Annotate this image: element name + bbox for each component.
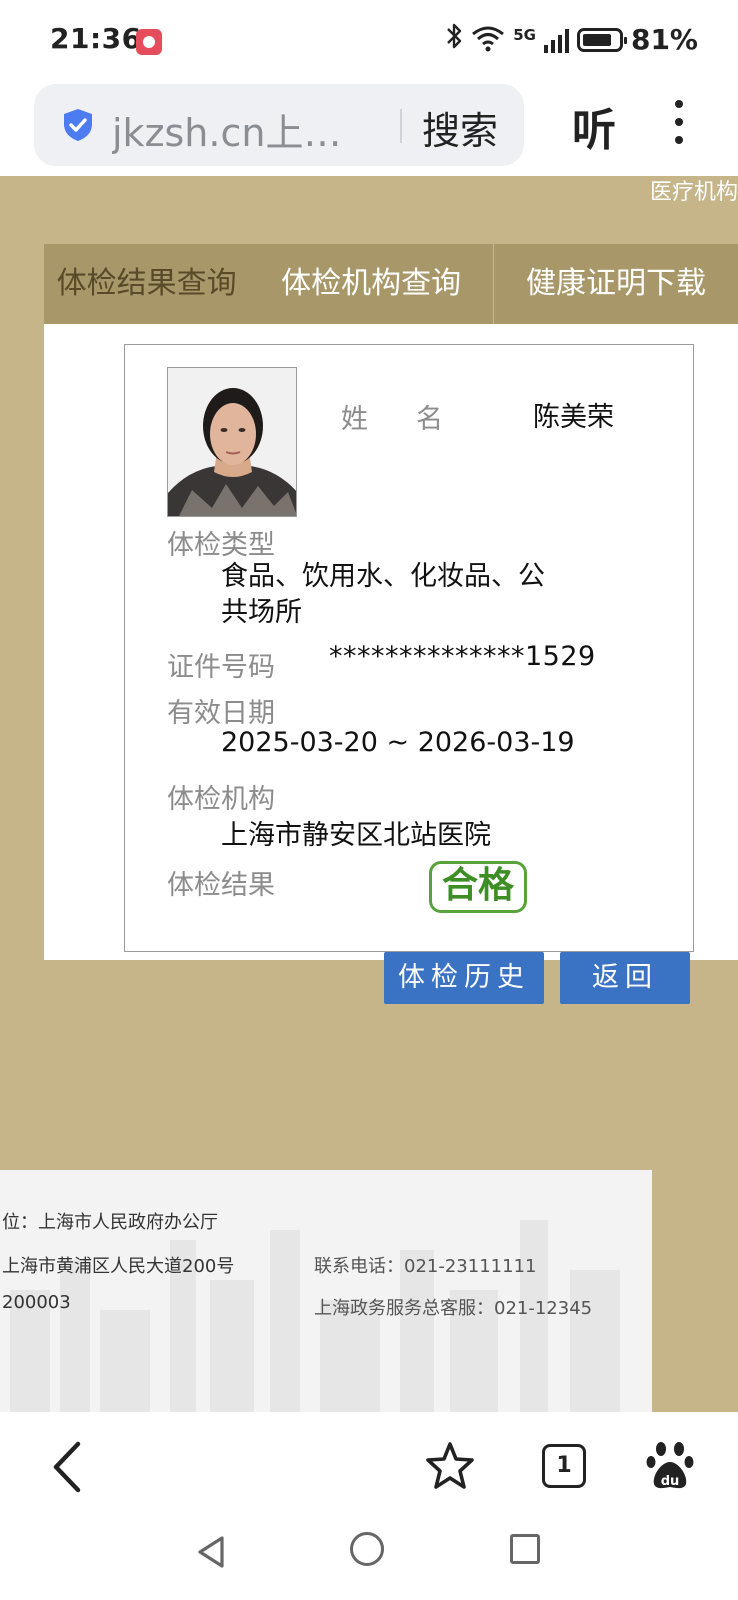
back-icon[interactable] [48,1440,88,1498]
tab-certificate-download[interactable]: 健康证明下载 [494,244,738,324]
exam-type-label: 体检类型 [167,530,275,561]
id-number-label: 证件号码 [167,652,275,683]
footer-hotline: 上海政务服务总客服：021-12345 [314,1298,593,1319]
browser-bottom-bar: 1 du [0,1412,738,1520]
status-icons: 5G 81% [445,22,698,57]
screen: 21:36 5G 81% jkzsh.cn上海… 搜索 听 医疗机构 体检结果查… [0,0,738,1600]
shield-icon [60,107,96,143]
footer-phone: 联系电话：021-23111111 [314,1256,537,1277]
browser-toolbar: jkzsh.cn上海… 搜索 [0,80,738,172]
signal-icon [543,27,569,53]
tabs-icon[interactable]: 1 [542,1444,586,1488]
star-icon[interactable] [424,1440,476,1496]
battery-icon [576,27,627,52]
system-nav-bar [0,1520,738,1600]
battery-percent: 81% [630,23,698,56]
name-label: 姓名 [341,404,491,435]
bluetooth-icon [445,22,463,57]
result-pass-stamp: 合格 [429,861,527,913]
nav-back-icon[interactable] [194,1534,228,1574]
tab-bar: 体检结果查询 体检机构查询 健康证明下载 [44,244,738,324]
health-certificate-card: 姓名 陈美荣 体检类型 食品、饮用水、化妆品、公共场所 证件号码 *******… [124,344,694,952]
wifi-icon [471,24,505,56]
listen-button[interactable]: 听 [572,94,616,158]
search-button[interactable]: 搜索 [422,100,498,155]
footer-address: 上海市黄浦区人民大道200号 [2,1256,235,1277]
divider [400,109,402,143]
exam-history-button[interactable]: 体检历史 [384,952,544,1004]
validity-value: 2025-03-20 ~ 2026-03-19 [221,727,575,758]
result-label: 体检结果 [167,870,275,901]
status-time: 21:36 [50,22,142,55]
address-bar[interactable]: jkzsh.cn上海… 搜索 [34,84,524,166]
medical-institution-link[interactable]: 医疗机构 [650,176,738,206]
name-value: 陈美荣 [533,402,614,433]
nav-home-icon[interactable] [350,1532,384,1566]
back-button[interactable]: 返回 [560,952,690,1004]
footer-postcode: 200003 [2,1292,71,1313]
institution-value: 上海市静安区北站医院 [221,820,491,851]
url-text: jkzsh.cn上海… [112,111,362,155]
nav-recents-icon[interactable] [510,1534,540,1564]
app-notification-icon [136,29,162,55]
baidu-icon[interactable]: du [646,1438,694,1496]
institution-label: 体检机构 [167,784,275,815]
web-page: 医疗机构 体检结果查询 体检机构查询 健康证明下载 姓名 陈美荣 体检类型 食品… [0,176,738,1412]
site-footer: 位：上海市人民政府办公厅 上海市黄浦区人民大道200号 200003 联系电话：… [0,1170,652,1412]
result-panel: 姓名 陈美荣 体检类型 食品、饮用水、化妆品、公共场所 证件号码 *******… [44,324,738,960]
person-photo [167,367,297,517]
exam-type-value: 食品、饮用水、化妆品、公共场所 [221,561,545,628]
validity-label: 有效日期 [167,698,275,729]
footer-sponsor: 位：上海市人民政府办公厅 [2,1212,218,1233]
tab-exam-result[interactable]: 体检结果查询 [44,244,249,324]
status-bar: 21:36 5G 81% [0,0,738,80]
more-icon[interactable] [672,100,686,148]
id-number-value: **************1529 [329,641,596,672]
svg-text:du: du [661,1474,680,1489]
network-type: 5G [513,25,536,44]
skyline-background [0,1170,652,1412]
battery-level [582,33,611,46]
tab-institution-search[interactable]: 体检机构查询 [249,244,493,324]
